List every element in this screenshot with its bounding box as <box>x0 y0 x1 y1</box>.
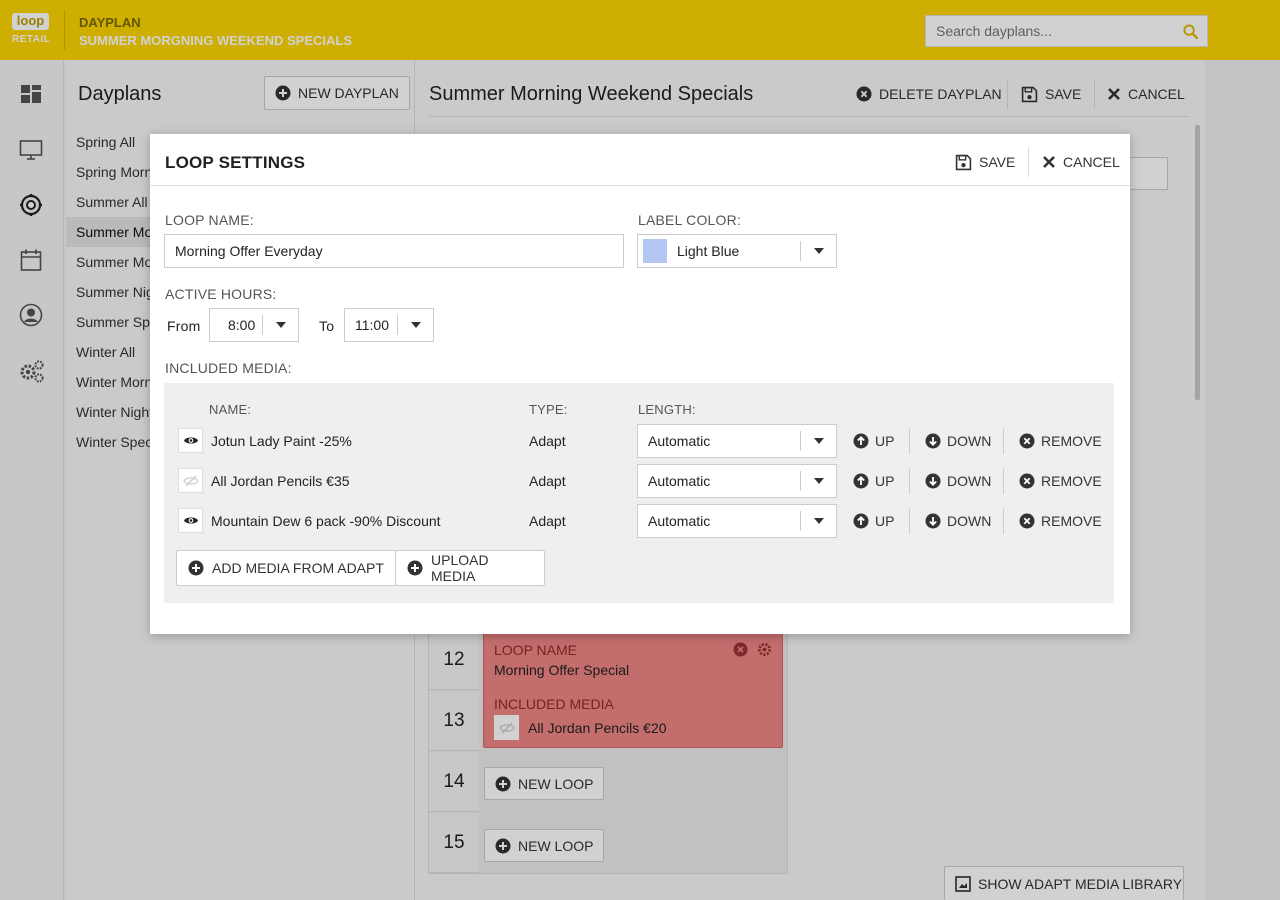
column-length: LENGTH: <box>638 402 696 417</box>
media-type: Adapt <box>529 513 566 529</box>
remove-label: REMOVE <box>1041 473 1102 489</box>
dialog-cancel-button[interactable]: CANCEL <box>1042 147 1120 177</box>
arrow-up-circle-icon <box>853 433 869 449</box>
close-circle-icon <box>1019 433 1035 449</box>
arrow-up-circle-icon <box>853 473 869 489</box>
remove-media-button[interactable]: REMOVE <box>1019 433 1102 449</box>
to-label: To <box>319 318 335 334</box>
media-length-select[interactable]: Automatic <box>637 464 837 498</box>
chevron-down-icon <box>397 315 433 335</box>
upload-media-label: UPLOAD MEDIA <box>431 552 489 584</box>
to-time-select[interactable]: 11:00 <box>344 308 434 342</box>
move-up-button[interactable]: UP <box>853 473 894 489</box>
action-divider <box>909 468 910 494</box>
down-label: DOWN <box>947 513 992 529</box>
dialog-title: LOOP SETTINGS <box>165 153 306 172</box>
arrow-down-circle-icon <box>925 473 941 489</box>
chevron-down-icon <box>800 511 836 531</box>
remove-label: REMOVE <box>1041 513 1102 529</box>
close-icon <box>1042 155 1056 169</box>
remove-media-button[interactable]: REMOVE <box>1019 473 1102 489</box>
media-length-value: Automatic <box>648 473 711 489</box>
loop-name-field[interactable]: Morning Offer Everyday <box>164 234 624 268</box>
media-name: Jotun Lady Paint -25% <box>211 433 352 449</box>
plus-circle-icon <box>188 560 204 576</box>
eye-icon[interactable] <box>178 508 203 533</box>
color-swatch <box>643 239 667 263</box>
column-type: TYPE: <box>529 402 568 417</box>
chevron-down-icon <box>800 431 836 451</box>
dialog-save-label: SAVE <box>979 154 1016 170</box>
eye-slash-icon[interactable] <box>178 468 203 493</box>
to-time-value: 11:00 <box>355 317 389 333</box>
toolbar-divider <box>1028 147 1029 177</box>
chevron-down-icon <box>800 471 836 491</box>
media-type: Adapt <box>529 433 566 449</box>
label-color-label: LABEL COLOR: <box>638 212 742 228</box>
dialog-cancel-label: CANCEL <box>1063 154 1120 170</box>
action-divider <box>909 508 910 534</box>
arrow-down-circle-icon <box>925 513 941 529</box>
up-label: UP <box>875 513 895 529</box>
action-divider <box>1003 508 1004 534</box>
action-divider <box>909 428 910 454</box>
arrow-up-circle-icon <box>853 513 869 529</box>
dialog-divider <box>150 185 1130 186</box>
remove-label: REMOVE <box>1041 433 1102 449</box>
down-label: DOWN <box>947 473 992 489</box>
eye-icon[interactable] <box>178 428 203 453</box>
media-name: Mountain Dew 6 pack -90% Discount <box>211 513 441 529</box>
media-length-value: Automatic <box>648 513 711 529</box>
add-media-label: ADD MEDIA FROM ADAPT <box>212 560 384 576</box>
media-length-select[interactable]: Automatic <box>637 424 837 458</box>
chevron-down-icon <box>800 241 836 261</box>
action-divider <box>1003 468 1004 494</box>
label-color-value: Light Blue <box>677 243 740 259</box>
plus-circle-icon <box>407 560 423 576</box>
media-type: Adapt <box>529 473 566 489</box>
from-time-value: 8:00 <box>228 317 256 333</box>
up-label: UP <box>875 433 895 449</box>
move-down-button[interactable]: DOWN <box>925 513 991 529</box>
included-media-label: INCLUDED MEDIA: <box>165 360 292 376</box>
move-down-button[interactable]: DOWN <box>925 473 991 489</box>
close-circle-icon <box>1019 473 1035 489</box>
arrow-down-circle-icon <box>925 433 941 449</box>
label-color-select[interactable]: Light Blue <box>637 234 837 268</box>
save-icon <box>955 154 972 171</box>
from-label: From <box>167 318 201 334</box>
down-label: DOWN <box>947 433 992 449</box>
media-length-value: Automatic <box>648 433 711 449</box>
add-media-from-adapt-button[interactable]: ADD MEDIA FROM ADAPT <box>176 550 396 586</box>
move-up-button[interactable]: UP <box>853 433 894 449</box>
from-time-select[interactable]: 8:00 <box>209 308 299 342</box>
column-name: NAME: <box>209 402 252 417</box>
media-name: All Jordan Pencils €35 <box>211 473 350 489</box>
upload-media-button[interactable]: UPLOAD MEDIA <box>395 550 545 586</box>
active-hours-label: ACTIVE HOURS: <box>165 286 277 302</box>
action-divider <box>1003 428 1004 454</box>
move-up-button[interactable]: UP <box>853 513 894 529</box>
up-label: UP <box>875 473 895 489</box>
chevron-down-icon <box>262 315 298 335</box>
loop-name-label: LOOP NAME: <box>165 212 254 228</box>
dialog-save-button[interactable]: SAVE <box>955 147 1015 177</box>
remove-media-button[interactable]: REMOVE <box>1019 513 1102 529</box>
close-circle-icon <box>1019 513 1035 529</box>
media-length-select[interactable]: Automatic <box>637 504 837 538</box>
move-down-button[interactable]: DOWN <box>925 433 991 449</box>
